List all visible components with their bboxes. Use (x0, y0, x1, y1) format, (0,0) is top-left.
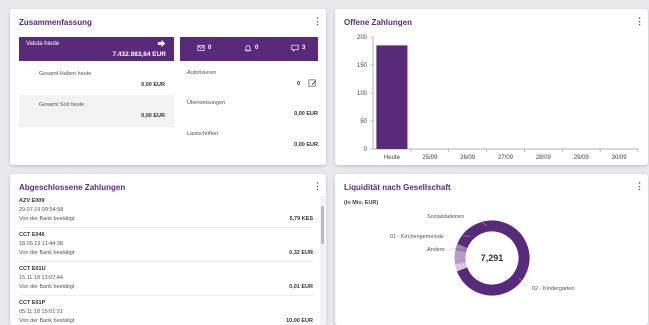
payment-item[interactable]: CCT E046 18.06.19 11:44:38 Von der Bank … (19, 232, 313, 268)
divider (19, 295, 313, 296)
lastschriften-row[interactable]: Lastschriften 0,00 EUR (187, 128, 318, 156)
y-tick-label: 150 (357, 63, 368, 69)
ueberweisungen-amount: 0,00 EUR (294, 111, 318, 117)
y-tick-label: 100 (357, 91, 368, 97)
payment-name: AZV E009 (19, 198, 45, 204)
payment-datetime: 05.11.18 15:01:21 (19, 309, 63, 315)
lastschriften-label: Lastschriften (187, 131, 219, 137)
x-tick-label: 26/09 (460, 155, 476, 161)
soll-tile: Gesamt Soll heute 0,00 EUR (19, 95, 174, 127)
haben-tile: Gesamt Haben heute 0,00 EUR (19, 64, 174, 96)
y-tick-label: 0 (364, 147, 368, 153)
soll-amount: 0,00 EUR (141, 113, 165, 119)
x-tick-label: 30/09 (612, 155, 628, 161)
donut-total: 7,291 (481, 253, 504, 263)
haben-amount: 0,00 EUR (141, 82, 165, 88)
y-tick-label: 50 (360, 119, 367, 125)
ueberweisungen-row[interactable]: Überweisungen 0,00 EUR (187, 97, 318, 125)
open-payments-chart: 0 50 100 150 200 Heute 25/09 26/09 27/09 28/09 29/… (357, 35, 639, 161)
payment-name: CCT E046 (19, 232, 45, 238)
x-tick-label: 29/09 (574, 155, 590, 161)
completed-payments-menu-icon[interactable]: ⋮ (313, 182, 322, 192)
payment-status: Von der Bank bestätigt (19, 216, 75, 222)
payment-amount: 5,79 KES (289, 216, 313, 222)
payment-amount: 0,01 EUR (289, 284, 313, 290)
valuta-label: Valuta heute (26, 41, 60, 47)
valuta-tile[interactable]: Valuta heute 7.432.983,64 EUR (19, 37, 174, 61)
ueberweisungen-label: Überweisungen (187, 100, 226, 106)
autorisieren-label: Autorisieren (187, 70, 217, 76)
liquidity-donut-chart: 7,291 (447, 218, 530, 296)
payment-name: CCT E01U (19, 266, 46, 272)
payment-amount: 0,32 EUR (289, 250, 313, 256)
mail-count[interactable]: 0 (197, 44, 211, 52)
autorisieren-value: 0 (296, 81, 300, 87)
payment-item[interactable]: CCT E01U 15.11.18 13:07:44 Von der Bank … (19, 266, 313, 302)
label-andere: Andere (427, 247, 445, 253)
bell-count-value: 0 (255, 45, 259, 51)
payment-datetime: 29.07.19 09:54:58 (19, 207, 64, 213)
y-tick-label: 200 (357, 35, 368, 41)
open-payments-card: Offene Zahlungen ⋮ 0 50 100 150 200 Heute 25/0… (335, 9, 648, 165)
divider (19, 261, 313, 262)
scrollbar-thumb[interactable] (321, 206, 324, 244)
completed-payments-title: Abgeschlossene Zahlungen (19, 183, 126, 192)
arrow-right-icon (157, 39, 166, 48)
message-icon (291, 44, 299, 52)
label-sozialstationen: Sozialstationen (427, 214, 465, 220)
liquidity-card: Liquidität nach Gesellschaft ⋮ (In Mio. … (335, 174, 648, 325)
payment-name: CCT E01P (19, 300, 46, 306)
open-payments-title: Offene Zahlungen (344, 18, 412, 27)
open-payments-menu-icon[interactable]: ⋮ (635, 17, 644, 27)
mail-count-value: 0 (208, 45, 212, 51)
message-count[interactable]: 3 (291, 44, 305, 52)
mail-icon (197, 45, 205, 51)
completed-scrollbar[interactable] (320, 196, 325, 325)
payment-datetime: 18.06.19 11:44:38 (19, 241, 63, 247)
label-kindergaerten: 02 - Kindergärten (532, 286, 575, 292)
payment-datetime: 15.11.18 13:07:44 (19, 275, 63, 281)
label-kirchengemeinde: 01 - Kirchengemeinde (390, 234, 444, 240)
x-tick-label: 25/09 (422, 155, 438, 161)
divider (19, 227, 313, 228)
summary-menu-icon[interactable]: ⋮ (313, 17, 322, 27)
summary-card: Zusammenfassung ⋮ Valuta heute 7.432.983… (10, 9, 326, 165)
summary-title: Zusammenfassung (19, 18, 92, 27)
x-tick-label: Heute (384, 155, 401, 161)
payment-item[interactable]: AZV E009 29.07.19 09:54:58 Von der Bank … (19, 198, 313, 234)
payment-item[interactable]: CCT E01P 05.11.18 15:01:21 Von der Bank … (19, 300, 313, 325)
bell-count[interactable]: 0 (244, 44, 258, 52)
valuta-amount: 7.432.983,64 EUR (112, 51, 166, 58)
x-tick-label: 27/09 (498, 155, 514, 161)
autorisieren-row[interactable]: Autorisieren 0 (187, 67, 318, 95)
x-tick-label: 28/09 (536, 155, 552, 161)
payment-status: Von der Bank bestätigt (19, 318, 75, 324)
completed-payments-card: Abgeschlossene Zahlungen ⋮ AZV E009 29.0… (10, 174, 326, 325)
payment-status: Von der Bank bestätigt (19, 250, 75, 256)
soll-label: Gesamt Soll heute (39, 102, 85, 108)
payment-status: Von der Bank bestätigt (19, 284, 75, 290)
bell-icon (244, 45, 252, 52)
payment-amount: 10,00 EUR (286, 318, 313, 324)
message-count-value: 3 (302, 45, 306, 51)
edit-icon[interactable] (308, 79, 317, 88)
lastschriften-amount: 0,00 EUR (294, 142, 318, 148)
haben-label: Gesamt Haben heute (39, 71, 92, 77)
bar-Heute (376, 45, 408, 149)
notification-counts: 0 0 3 (180, 37, 318, 61)
